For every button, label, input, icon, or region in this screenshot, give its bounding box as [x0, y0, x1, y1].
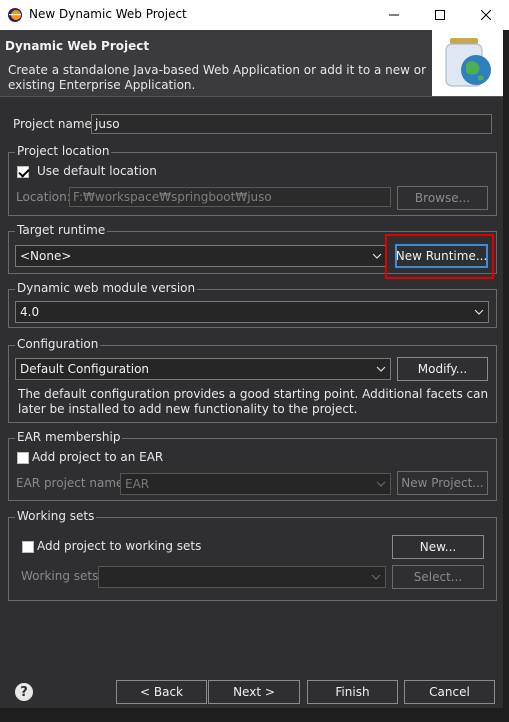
configuration-group-label: Configuration: [15, 337, 101, 351]
use-default-location-label: Use default location: [37, 164, 157, 178]
chevron-down-icon: [371, 574, 381, 580]
window-title: New Dynamic Web Project: [29, 7, 187, 21]
annotation-highlight-box: [385, 234, 494, 279]
web-project-banner-icon: [432, 30, 509, 96]
working-sets-select[interactable]: [98, 566, 386, 588]
working-sets-label: Working sets:: [21, 569, 103, 583]
wizard-title: Dynamic Web Project: [5, 39, 150, 53]
configuration-value: Default Configuration: [20, 362, 150, 376]
select-working-sets-button[interactable]: Select...: [392, 565, 484, 589]
configuration-description: The default configuration provides a goo…: [18, 387, 489, 416]
minimize-icon: [389, 14, 399, 16]
background-editor-strip: [503, 30, 509, 708]
configuration-select[interactable]: Default Configuration: [15, 358, 391, 380]
use-default-location-checkbox[interactable]: [17, 166, 29, 178]
close-button[interactable]: [463, 0, 509, 30]
working-sets-group-label: Working sets: [15, 509, 97, 523]
add-to-working-sets-label: Add project to working sets: [37, 539, 202, 553]
title-bar: New Dynamic Web Project: [0, 0, 509, 30]
location-label: Location:: [16, 190, 71, 204]
background-editor-strip-bottom: [0, 708, 509, 722]
help-icon[interactable]: ?: [15, 683, 33, 701]
project-name-input[interactable]: juso: [91, 114, 492, 134]
add-to-ear-checkbox[interactable]: [17, 452, 29, 464]
chevron-down-icon: [372, 253, 382, 259]
cancel-button[interactable]: Cancel: [404, 680, 495, 704]
new-working-set-button[interactable]: New...: [392, 535, 484, 559]
next-button[interactable]: Next >: [208, 680, 300, 704]
maximize-icon: [435, 10, 445, 20]
add-to-working-sets-checkbox[interactable]: [22, 541, 34, 553]
minimize-button[interactable]: [371, 0, 417, 30]
project-location-group-label: Project location: [15, 144, 112, 158]
ear-project-name-label: EAR project name:: [16, 476, 128, 490]
close-icon: [481, 10, 491, 20]
finish-button[interactable]: Finish: [307, 680, 398, 704]
browse-button[interactable]: Browse...: [397, 186, 488, 210]
eclipse-icon: [8, 8, 22, 22]
back-button[interactable]: < Back: [116, 680, 207, 704]
chevron-down-icon: [376, 366, 386, 372]
new-ear-project-button[interactable]: New Project...: [397, 471, 488, 495]
module-version-group-label: Dynamic web module version: [15, 281, 198, 295]
location-input[interactable]: F:₩workspace₩springboot₩juso: [69, 187, 391, 207]
wizard-banner: Dynamic Web Project Create a standalone …: [0, 30, 509, 97]
target-runtime-value: <None>: [20, 249, 72, 263]
wizard-description: Create a standalone Java-based Web Appli…: [8, 63, 427, 92]
project-name-label: Project name:: [13, 117, 96, 131]
maximize-button[interactable]: [417, 0, 463, 30]
ear-membership-group-label: EAR membership: [15, 430, 123, 444]
ear-project-name-select[interactable]: EAR: [120, 473, 391, 495]
chevron-down-icon: [474, 309, 484, 315]
target-runtime-select[interactable]: <None>: [15, 245, 387, 267]
ear-project-name-value: EAR: [125, 477, 150, 491]
add-to-ear-label: Add project to an EAR: [32, 450, 164, 464]
chevron-down-icon: [376, 481, 386, 487]
module-version-select[interactable]: 4.0: [15, 301, 489, 323]
module-version-value: 4.0: [20, 305, 40, 319]
modify-button[interactable]: Modify...: [397, 357, 488, 381]
target-runtime-group-label: Target runtime: [15, 223, 108, 237]
